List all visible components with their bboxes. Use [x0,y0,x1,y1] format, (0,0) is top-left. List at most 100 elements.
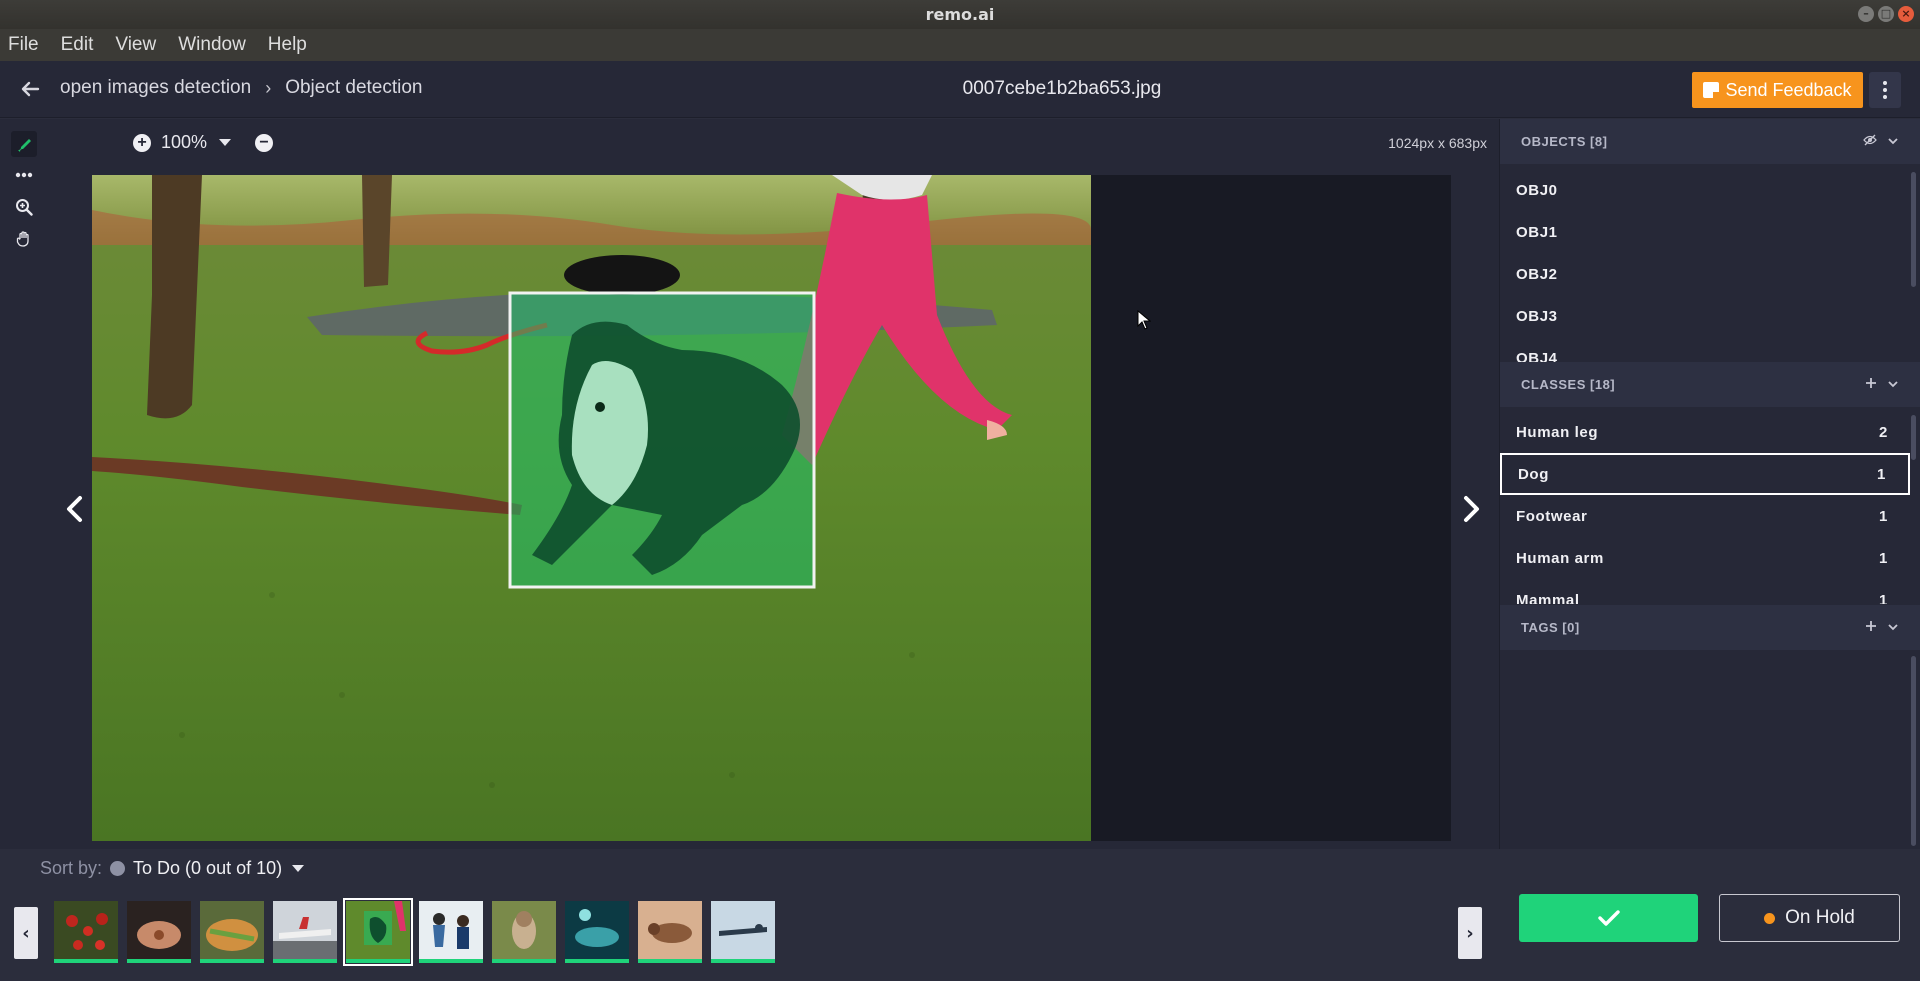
classes-actions [1865,376,1899,392]
mouse-cursor-icon [1137,309,1152,334]
class-count: 1 [1879,549,1888,567]
thumbnail[interactable] [565,901,629,963]
thumbnail-strip [54,898,775,966]
class-count: 1 [1879,591,1888,605]
maximize-button[interactable]: □ [1878,6,1894,22]
object-label: OBJ1 [1516,223,1558,241]
tags-actions [1865,619,1899,635]
objects-actions [1863,133,1899,149]
right-panel: OBJECTS [8] OBJ0 OBJ1 OBJ2 OBJ3 OBJ4 CLA… [1499,119,1920,849]
add-tag-plus-icon[interactable] [1865,619,1877,635]
menu-edit[interactable]: Edit [61,34,94,56]
sort-label: Sort by: [40,858,103,878]
object-row[interactable]: OBJ1 [1500,211,1910,253]
tags-header[interactable]: TAGS [0] [1500,605,1920,650]
zoom-level[interactable]: 100% [161,132,207,153]
thumbnail[interactable] [127,901,191,963]
next-image-arrow-icon[interactable] [1457,493,1485,525]
class-row[interactable]: Human arm 1 [1500,537,1910,579]
classes-list: Human leg 2 Dog 1 Footwear 1 Human arm 1… [1500,411,1910,604]
window-controls: – □ × [1858,6,1914,22]
class-name: Dog [1518,465,1549,483]
tags-scrollbar[interactable] [1911,656,1916,846]
tags-header-label: TAGS [0] [1521,620,1580,635]
zoom-tool-icon[interactable] [11,194,37,220]
send-feedback-button[interactable]: Send Feedback [1692,72,1863,108]
on-hold-button[interactable]: On Hold [1719,894,1900,942]
os-titlebar: remo.ai – □ × [0,0,1920,29]
thumbnail[interactable] [492,901,556,963]
chevron-down-icon[interactable] [1887,133,1899,149]
app-header: open images detection › Object detection… [0,61,1920,118]
menu-view[interactable]: View [115,34,156,56]
add-class-plus-icon[interactable] [1865,376,1877,392]
class-count: 1 [1877,465,1886,483]
send-feedback-label: Send Feedback [1725,79,1852,100]
object-row[interactable]: OBJ4 [1500,337,1910,363]
objects-header[interactable]: OBJECTS [8] [1500,119,1920,164]
previous-image-arrow-icon[interactable] [61,493,89,525]
objects-list: OBJ0 OBJ1 OBJ2 OBJ3 OBJ4 [1500,169,1910,363]
object-row[interactable]: OBJ0 [1500,169,1910,211]
object-label: OBJ4 [1516,349,1558,363]
hold-status-dot-icon [1764,912,1776,924]
sort-dropdown-icon[interactable] [292,865,305,872]
class-row[interactable]: Mammal 1 [1500,579,1910,605]
object-row[interactable]: OBJ2 [1500,253,1910,295]
classes-scrollbar[interactable] [1911,415,1916,460]
class-name: Human leg [1516,423,1599,441]
class-row[interactable]: Human leg 2 [1500,411,1910,453]
thumbnail[interactable] [273,901,337,963]
on-hold-label: On Hold [1785,907,1855,928]
thumbnail-current[interactable] [343,898,413,966]
object-row[interactable]: OBJ3 [1500,295,1910,337]
chevron-down-icon[interactable] [1887,376,1899,392]
objects-scrollbar[interactable] [1911,172,1916,287]
chevron-down-icon[interactable] [1887,619,1899,635]
image-dimensions: 1024px x 683px [1388,135,1487,151]
note-icon [1703,82,1720,98]
objects-header-label: OBJECTS [8] [1521,134,1608,149]
more-tools-icon[interactable] [11,162,37,188]
class-row[interactable]: Footwear 1 [1500,495,1910,537]
classes-header[interactable]: CLASSES [18] [1500,362,1920,407]
thumbnail[interactable] [711,901,775,963]
bottom-bar: Sort by: To Do (0 out of 10) ‹ › On Hold [0,849,1920,981]
class-count: 2 [1879,423,1888,441]
minimize-button[interactable]: – [1858,6,1874,22]
thumbnail[interactable] [54,901,118,963]
pan-hand-icon[interactable] [11,226,37,252]
class-name: Human arm [1516,549,1604,567]
zoom-out-icon[interactable]: − [255,133,274,152]
thumbnail[interactable] [200,901,264,963]
class-row-selected[interactable]: Dog 1 [1500,453,1910,495]
image-file-name: 0007cebe1b2ba653.jpg [962,78,1162,99]
thumbnails-prev-button[interactable]: ‹ [14,907,38,959]
approve-button[interactable] [1519,894,1698,942]
object-label: OBJ2 [1516,265,1558,283]
thumbnail[interactable] [419,901,483,963]
canvas-area: + 100% − 1024px x 683px [47,119,1499,849]
thumbnail[interactable] [638,901,702,963]
window-title: remo.ai [925,5,995,24]
zoom-controls: + 100% − [133,132,274,153]
annotation-image[interactable] [92,175,1091,841]
classes-header-label: CLASSES [18] [1521,377,1616,392]
zoom-in-icon[interactable]: + [133,133,151,152]
menu-file[interactable]: File [8,34,39,56]
more-options-button[interactable] [1869,72,1901,108]
object-label: OBJ3 [1516,307,1558,325]
class-name: Mammal [1516,591,1580,605]
menu-help[interactable]: Help [268,34,307,56]
brush-tool-icon[interactable] [11,131,37,157]
sort-control[interactable]: Sort by: To Do (0 out of 10) [40,858,305,879]
class-name: Footwear [1516,507,1588,525]
class-count: 1 [1879,507,1888,525]
zoom-dropdown-icon[interactable] [219,139,232,146]
left-toolbar [0,119,47,849]
menu-window[interactable]: Window [178,34,246,56]
status-dot-icon [110,861,126,876]
close-button[interactable]: × [1898,6,1914,22]
thumbnails-next-button[interactable]: › [1458,907,1482,959]
hide-eye-icon[interactable] [1863,133,1877,149]
